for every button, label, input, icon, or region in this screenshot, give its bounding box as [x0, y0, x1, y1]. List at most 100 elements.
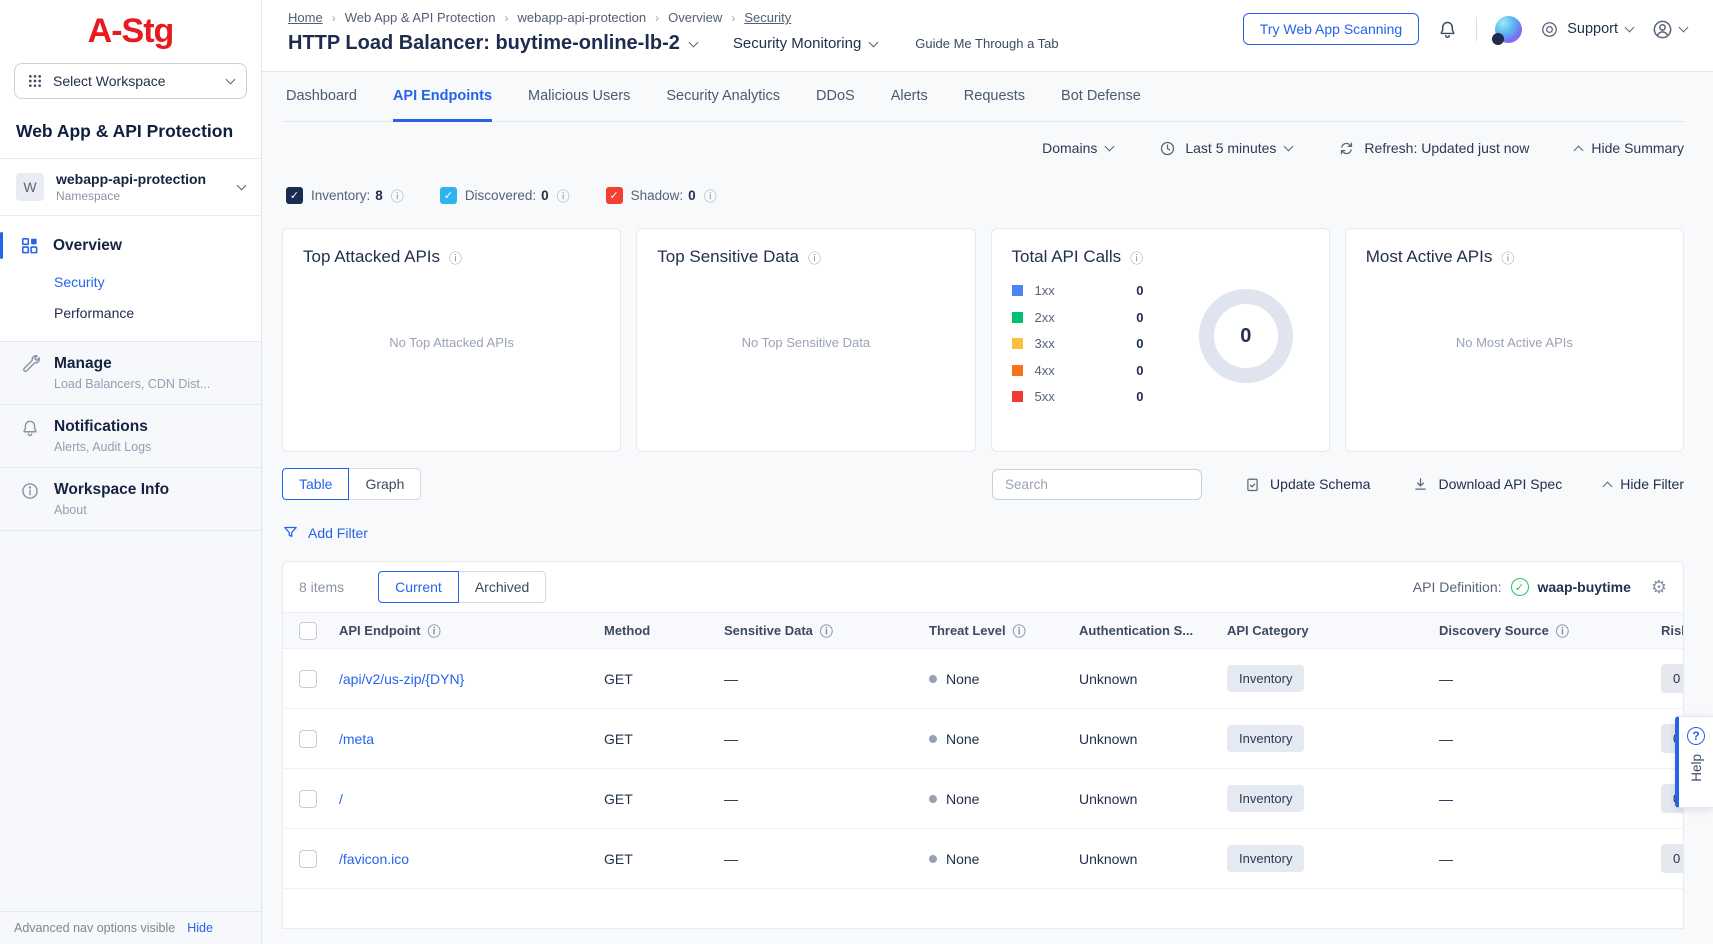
checkbox-checked-icon[interactable]: ✓	[606, 187, 623, 204]
info-icon[interactable]: ⓘ	[1013, 621, 1026, 640]
sidebar-item-workspace-info[interactable]: Workspace Info About	[0, 468, 261, 531]
page-header: Home › Web App & API Protection › webapp…	[262, 0, 1713, 72]
refresh-icon	[1338, 140, 1355, 157]
tab-api-endpoints[interactable]: API Endpoints	[393, 72, 492, 122]
top-attacked-apis-card: Top Attacked APIs ⓘ No Top Attacked APIs	[282, 228, 621, 452]
api-definition-value[interactable]: waap-buytime	[1538, 579, 1631, 595]
sidebar-item-overview[interactable]: Overview	[0, 232, 261, 259]
counter-discovered[interactable]: ✓Discovered:0ⓘ	[440, 186, 570, 205]
sidebar-item-security[interactable]: Security	[0, 274, 261, 290]
threat-level-dot	[929, 735, 937, 743]
counter-filters: ✓Inventory:8ⓘ✓Discovered:0ⓘ✓Shadow:0ⓘ	[286, 180, 1684, 210]
brand-logo-text: A-Stg	[88, 12, 174, 50]
hide-filter-toggle[interactable]: Hide Filter	[1604, 476, 1684, 492]
info-icon[interactable]: ⓘ	[391, 186, 404, 205]
category-badge: Inventory	[1227, 725, 1304, 752]
view-toggle-graph[interactable]: Graph	[348, 468, 421, 500]
endpoint-link[interactable]: /meta	[339, 731, 374, 747]
domains-dropdown[interactable]: Domains	[1042, 140, 1113, 156]
refresh-button[interactable]: Refresh: Updated just now	[1338, 140, 1529, 157]
gear-icon[interactable]: ⚙	[1651, 577, 1667, 598]
row-checkbox[interactable]	[299, 730, 317, 748]
legend-item: 5xx0	[1012, 389, 1144, 404]
try-web-app-scanning-button[interactable]: Try Web App Scanning	[1243, 13, 1419, 45]
tab-alerts[interactable]: Alerts	[891, 72, 928, 122]
chevron-down-icon[interactable]	[688, 37, 698, 47]
support-label: Support	[1567, 21, 1618, 37]
info-icon[interactable]: ⓘ	[1556, 621, 1569, 640]
legend-swatch	[1012, 365, 1023, 376]
info-icon[interactable]: ⓘ	[449, 248, 462, 267]
endpoint-link[interactable]: /	[339, 791, 343, 807]
namespace-selector[interactable]: W webapp-api-protection Namespace	[0, 158, 261, 216]
breadcrumb-separator: ›	[731, 11, 735, 25]
row-checkbox[interactable]	[299, 850, 317, 868]
risk-score-cell: 0	[1661, 844, 1684, 873]
add-filter-button[interactable]: Add Filter	[282, 524, 1684, 541]
view-toggle-table[interactable]: Table	[282, 468, 349, 500]
update-schema-button[interactable]: Update Schema	[1244, 476, 1370, 493]
search-input[interactable]	[992, 469, 1202, 500]
tab-malicious-users[interactable]: Malicious Users	[528, 72, 630, 122]
checkbox-checked-icon[interactable]: ✓	[440, 187, 457, 204]
download-api-spec-button[interactable]: Download API Spec	[1412, 476, 1562, 493]
info-icon[interactable]: ⓘ	[428, 621, 441, 640]
checkbox-checked-icon[interactable]: ✓	[286, 187, 303, 204]
endpoint-link[interactable]: /favicon.ico	[339, 851, 409, 867]
legend-value: 0	[1136, 310, 1143, 325]
row-checkbox[interactable]	[299, 670, 317, 688]
column-header-label: API Endpoint	[339, 623, 421, 638]
breadcrumb-security[interactable]: Security	[744, 10, 791, 25]
account-menu[interactable]	[1651, 18, 1687, 41]
endpoint-link[interactable]: /api/v2/us-zip/{DYN}	[339, 671, 464, 687]
counter-value: 8	[375, 188, 383, 203]
hide-filter-label: Hide Filter	[1620, 476, 1684, 492]
tab-ddos[interactable]: DDoS	[816, 72, 855, 122]
hide-summary-toggle[interactable]: Hide Summary	[1575, 140, 1684, 156]
column-header-api-endpoint: API Endpoint ⓘ	[339, 621, 604, 640]
top-sensitive-data-card: Top Sensitive Data ⓘ No Top Sensitive Da…	[636, 228, 975, 452]
view-dropdown[interactable]: Security Monitoring	[733, 35, 877, 52]
api-endpoints-table-card: 8 items CurrentArchived API Definition: …	[282, 561, 1684, 929]
state-toggle-current[interactable]: Current	[378, 571, 459, 603]
sidebar: A-Stg Select Workspace Web App & API Pro…	[0, 0, 262, 944]
tab-bot-defense[interactable]: Bot Defense	[1061, 72, 1141, 122]
select-all-checkbox[interactable]	[299, 622, 317, 640]
row-checkbox-cell	[299, 790, 339, 808]
info-icon[interactable]: ⓘ	[557, 186, 570, 205]
info-icon[interactable]: ⓘ	[704, 186, 717, 205]
breadcrumb-item[interactable]: Web App & API Protection	[345, 10, 496, 25]
breadcrumb-item[interactable]: Overview	[668, 10, 722, 25]
help-tab[interactable]: ? Help	[1675, 716, 1713, 808]
info-icon[interactable]: ⓘ	[1501, 248, 1514, 267]
guide-me-link[interactable]: Guide Me Through a Tab	[915, 36, 1058, 51]
sidebar-item-performance[interactable]: Performance	[0, 305, 261, 321]
empty-state-text: No Top Sensitive Data	[657, 267, 954, 417]
sidebar-item-manage[interactable]: Manage Load Balancers, CDN Dist...	[0, 342, 261, 405]
state-toggle-archived[interactable]: Archived	[458, 571, 546, 603]
support-menu[interactable]: Support	[1540, 20, 1633, 39]
breadcrumb-home[interactable]: Home	[288, 10, 323, 25]
info-icon[interactable]: ⓘ	[820, 621, 833, 640]
counter-inventory[interactable]: ✓Inventory:8ⓘ	[286, 186, 404, 205]
method-cell: GET	[604, 791, 724, 807]
info-icon[interactable]: ⓘ	[1130, 248, 1143, 267]
assistant-orb-icon[interactable]	[1495, 16, 1522, 43]
tab-dashboard[interactable]: Dashboard	[286, 72, 357, 122]
select-workspace-dropdown[interactable]: Select Workspace	[14, 63, 247, 99]
info-icon[interactable]: ⓘ	[808, 248, 821, 267]
tab-security-analytics[interactable]: Security Analytics	[666, 72, 780, 122]
bell-icon[interactable]	[1437, 19, 1458, 40]
sidebar-item-label: Manage	[54, 355, 210, 373]
legend-swatch	[1012, 391, 1023, 402]
row-checkbox[interactable]	[299, 790, 317, 808]
tab-requests[interactable]: Requests	[964, 72, 1025, 122]
breadcrumb-item[interactable]: webapp-api-protection	[517, 10, 646, 25]
time-range-dropdown[interactable]: Last 5 minutes	[1159, 140, 1292, 157]
hide-nav-link[interactable]: Hide	[187, 921, 213, 935]
page-title: HTTP Load Balancer: buytime-online-lb-2	[288, 32, 680, 55]
counter-shadow[interactable]: ✓Shadow:0ⓘ	[606, 186, 717, 205]
empty-state-text: No Top Attacked APIs	[303, 267, 600, 417]
column-header-sensitive-data: Sensitive Dataⓘ	[724, 621, 929, 640]
sidebar-item-notifications[interactable]: Notifications Alerts, Audit Logs	[0, 405, 261, 468]
